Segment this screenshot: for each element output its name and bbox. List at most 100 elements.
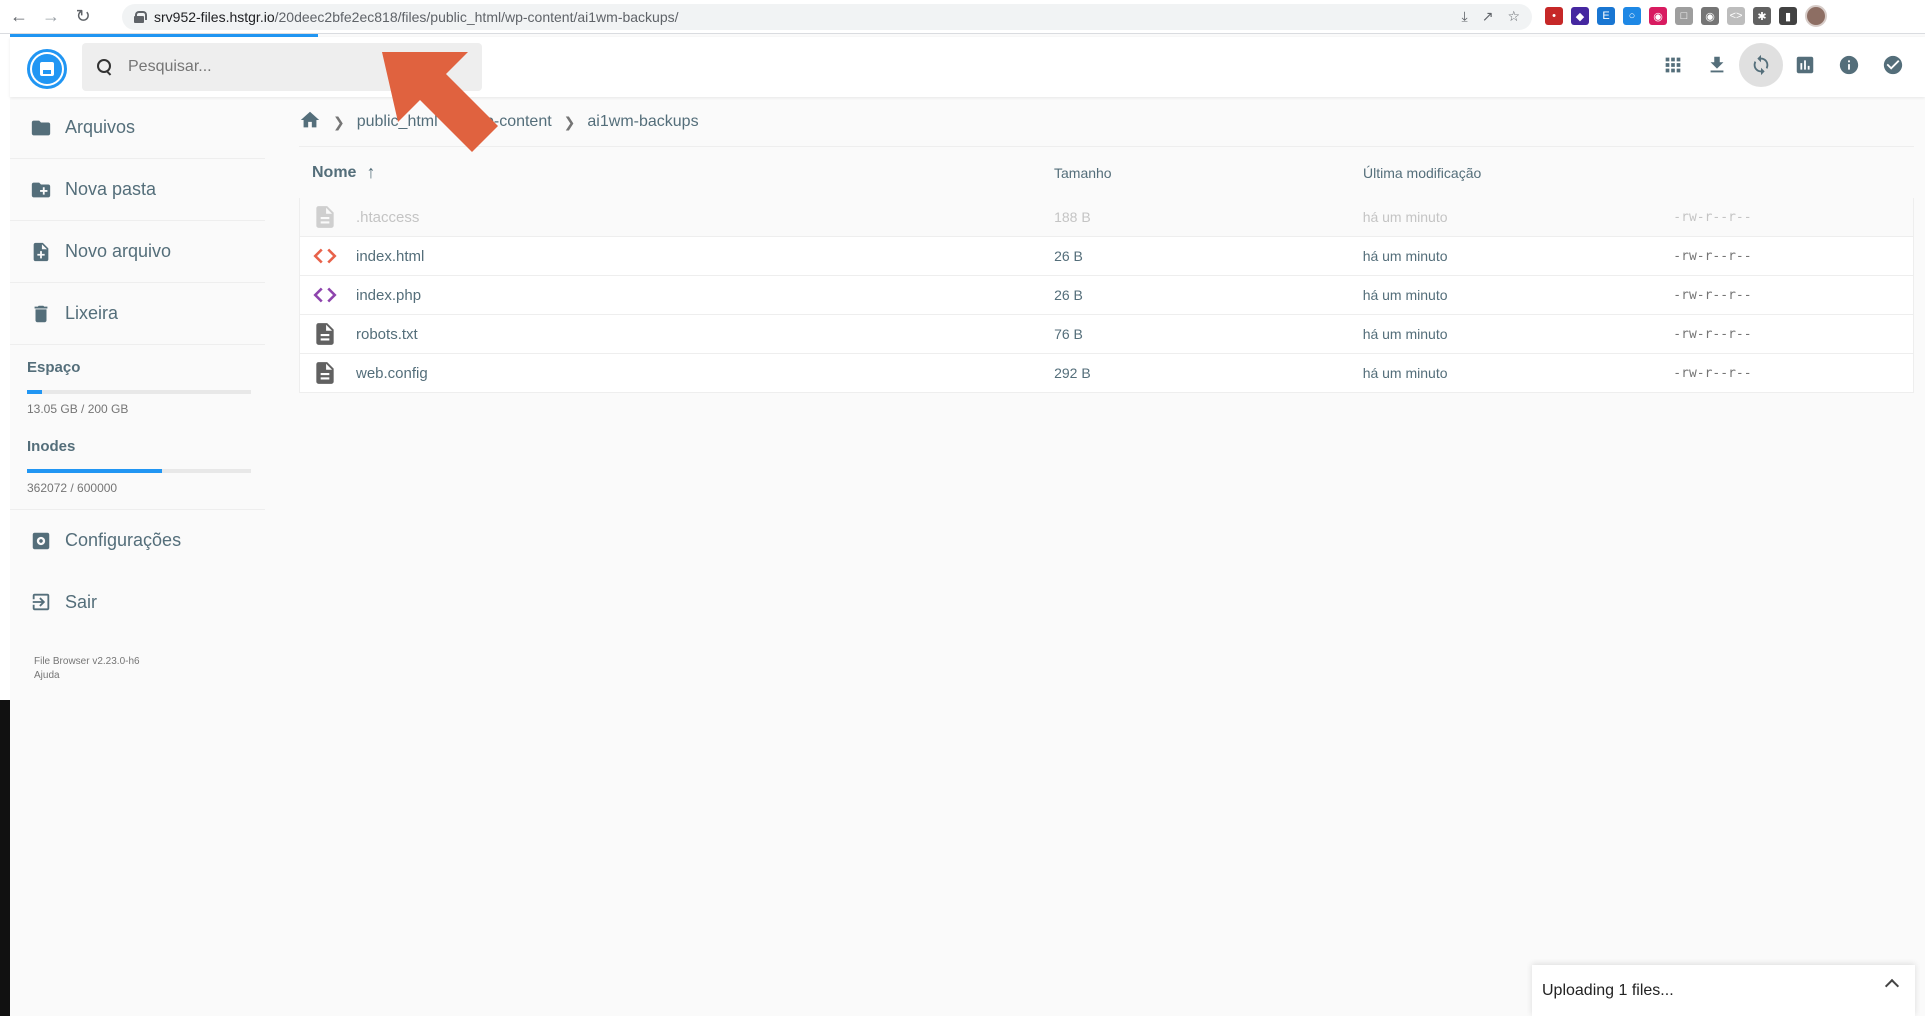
lock-icon — [134, 11, 147, 23]
side-panel-icon[interactable]: ▮ — [1779, 7, 1797, 25]
grid-view-icon — [1665, 57, 1681, 73]
file-name: index.html — [356, 247, 425, 265]
chevron-up-icon[interactable] — [1884, 978, 1900, 994]
header-actions — [1651, 43, 1915, 87]
file-permissions: -rw-r--r-- — [1673, 365, 1752, 381]
file-modified: há um minuto — [1362, 326, 1448, 342]
reload-icon[interactable]: ↻ — [70, 4, 96, 30]
new-file-icon — [33, 242, 49, 261]
chevron-right-icon: ❯ — [333, 113, 345, 130]
sidebar-item-sair[interactable]: Sair — [10, 571, 265, 633]
text-file-icon — [312, 321, 338, 347]
inodes-title: Inodes — [27, 438, 76, 455]
table-row[interactable]: .htaccess 188 B há um minuto -rw-r--r-- — [299, 198, 1914, 237]
url-domain: srv952-files.hstgr.io — [154, 9, 275, 25]
info-button[interactable] — [1827, 43, 1871, 87]
file-size: 292 B — [1054, 365, 1091, 381]
column-header-modified[interactable]: Última modificação — [1363, 165, 1674, 181]
bookmark-star-icon[interactable]: ☆ — [1507, 8, 1520, 25]
extension-icon[interactable]: • — [1545, 7, 1563, 25]
breadcrumb-item[interactable]: ai1wm-backups — [587, 113, 698, 131]
file-name: web.config — [356, 364, 428, 382]
browser-toolbar: ← → ↻ srv952-files.hstgr.io/20deec2bfe2e… — [0, 0, 1925, 34]
file-name: index.php — [356, 286, 422, 304]
column-header-name: Nome — [312, 163, 357, 181]
window-edge — [0, 34, 10, 700]
forward-icon[interactable]: → — [38, 4, 64, 30]
sidebar-item-nova-pasta[interactable]: Nova pasta — [10, 159, 265, 221]
help-link[interactable]: Ajuda — [34, 669, 241, 683]
address-bar[interactable]: srv952-files.hstgr.io/20deec2bfe2ec818/f… — [122, 4, 1532, 30]
profile-avatar[interactable] — [1805, 5, 1827, 27]
app-header — [10, 37, 1925, 97]
back-icon[interactable]: ← — [6, 4, 32, 30]
space-title: Espaço — [27, 359, 81, 376]
extension-icon[interactable]: ○ — [1623, 7, 1641, 25]
file-modified: há um minuto — [1362, 248, 1448, 264]
upload-status-panel[interactable]: Uploading 1 files... — [1532, 965, 1915, 1016]
php-code-icon — [312, 282, 338, 308]
file-modified: há um minuto — [1362, 287, 1448, 303]
filebrowser-logo[interactable] — [27, 49, 67, 89]
file-permissions: -rw-r--r-- — [1673, 326, 1752, 342]
version-text: File Browser v2.23.0-h6 — [34, 656, 140, 667]
file-name: .htaccess — [356, 208, 420, 226]
download-icon — [1710, 56, 1724, 73]
refresh-button[interactable] — [1739, 43, 1783, 87]
inodes-progress-fill — [27, 469, 163, 473]
stats-button[interactable] — [1783, 43, 1827, 87]
logo-icon — [32, 54, 62, 84]
space-usage-text: 13.05 GB / 200 GB — [27, 402, 129, 416]
table-row[interactable]: robots.txt 76 B há um minuto -rw-r--r-- — [299, 315, 1914, 354]
new-folder-icon — [31, 182, 51, 197]
info-icon — [1839, 55, 1859, 75]
sidebar-item-arquivos[interactable]: Arquivos — [10, 97, 265, 159]
sidebar-item-configuracoes[interactable]: Configurações — [10, 509, 265, 571]
folder-icon — [31, 120, 51, 135]
annotation-arrow-icon — [382, 52, 498, 152]
table-row[interactable]: web.config 292 B há um minuto -rw-r--r-- — [299, 354, 1914, 393]
space-progress-fill — [27, 390, 42, 394]
html-code-icon — [312, 243, 338, 269]
sidebar-item-novo-arquivo[interactable]: Novo arquivo — [10, 221, 265, 283]
window-edge-dark — [0, 700, 10, 1016]
select-check-button[interactable] — [1871, 43, 1915, 87]
install-icon[interactable]: ⤓ — [1462, 8, 1468, 25]
file-name: robots.txt — [356, 325, 418, 343]
space-progress-bar — [27, 390, 251, 394]
column-header-size[interactable]: Tamanho — [1054, 165, 1363, 181]
camera-icon[interactable]: ◉ — [1701, 7, 1719, 25]
extension-icon[interactable]: E — [1597, 7, 1615, 25]
home-icon[interactable] — [299, 109, 321, 136]
table-row[interactable]: index.php 26 B há um minuto -rw-r--r-- — [299, 276, 1914, 315]
extension-icon[interactable]: □ — [1675, 7, 1693, 25]
check-icon — [1883, 55, 1903, 75]
file-size: 26 B — [1054, 287, 1083, 303]
file-size: 188 B — [1054, 209, 1091, 225]
file-size: 26 B — [1054, 248, 1083, 264]
download-button[interactable] — [1695, 43, 1739, 87]
sidebar-item-lixeira[interactable]: Lixeira — [10, 283, 265, 345]
sidebar-item-label: Configurações — [65, 530, 182, 550]
extension-icon[interactable]: ◉ — [1649, 7, 1667, 25]
logout-icon — [32, 593, 50, 611]
stats-icon — [1796, 56, 1814, 74]
usage-panel: Espaço 13.05 GB / 200 GB Inodes 362072 /… — [10, 345, 265, 495]
refresh-icon — [1753, 54, 1769, 76]
trash-icon — [34, 305, 48, 322]
extension-icon[interactable]: ◆ — [1571, 7, 1589, 25]
sort-by-name[interactable]: Nome ↑ — [299, 162, 1054, 183]
file-permissions: -rw-r--r-- — [1673, 287, 1752, 303]
sidebar-item-label: Arquivos — [65, 117, 136, 137]
grid-view-button[interactable] — [1651, 43, 1695, 87]
sidebar-item-label: Sair — [65, 591, 98, 612]
code-extension-icon[interactable]: <> — [1727, 7, 1745, 25]
file-size: 76 B — [1054, 326, 1083, 342]
inodes-progress-bar — [27, 469, 251, 473]
share-icon[interactable]: ↗ — [1482, 8, 1494, 25]
file-permissions: -rw-r--r-- — [1673, 248, 1752, 264]
table-row[interactable]: index.html 26 B há um minuto -rw-r--r-- — [299, 237, 1914, 276]
upload-status-text: Uploading 1 files... — [1542, 981, 1674, 999]
puzzle-icon[interactable]: ✱ — [1753, 7, 1771, 25]
file-modified: há um minuto — [1362, 365, 1448, 381]
